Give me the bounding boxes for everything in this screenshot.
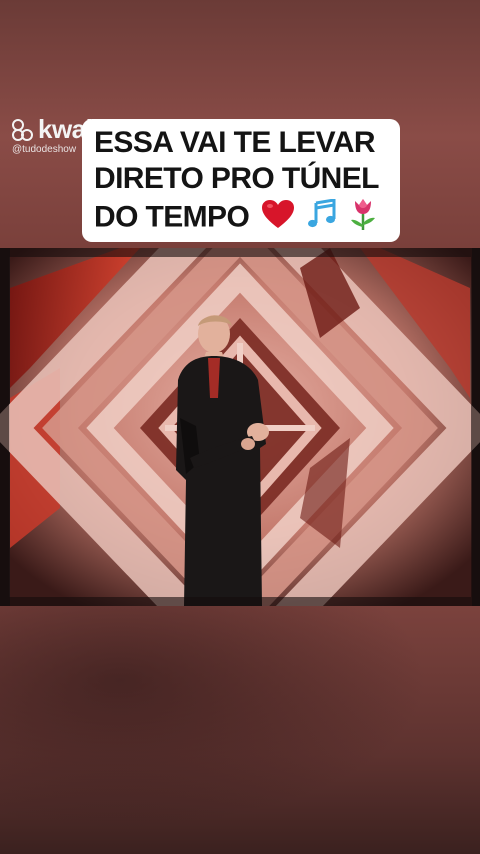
caption-line-1: ESSA VAI TE LEVAR (94, 126, 376, 159)
tulip-icon (348, 197, 378, 240)
kwai-watermark: kwai @tudodeshow (12, 116, 93, 155)
caption-line-3: DO TEMPO (94, 200, 250, 234)
video-player[interactable] (0, 248, 480, 606)
blurred-background-bottom (0, 606, 480, 854)
kwai-handle: @tudodeshow (12, 144, 77, 155)
caption-line-3-row: DO TEMPO (94, 197, 388, 240)
kwai-logo-icon (12, 118, 34, 141)
video-tap-area[interactable] (0, 248, 480, 606)
caption-line-2: DIRETO PRO TÚNEL (94, 162, 379, 195)
heart-icon (261, 199, 295, 238)
caption-box: ESSA VAI TE LEVAR DIRETO PRO TÚNEL DO TE… (82, 119, 400, 242)
music-notes-icon (307, 198, 337, 238)
